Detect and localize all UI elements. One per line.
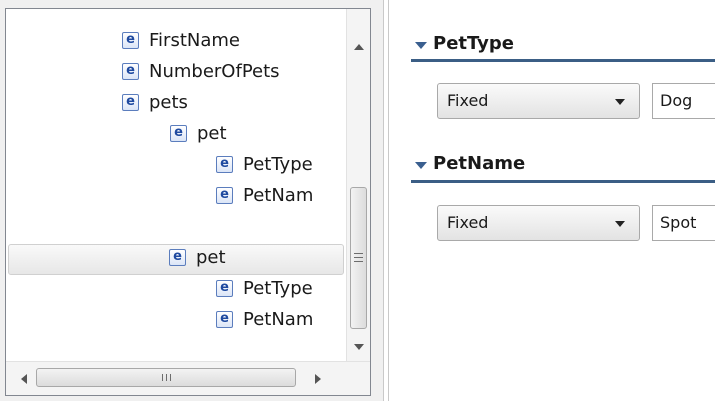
horizontal-scroll-thumb[interactable] bbox=[36, 368, 296, 387]
tree-node-pets[interactable]: e pets bbox=[8, 89, 344, 120]
scroll-left-arrow-icon[interactable] bbox=[21, 374, 27, 384]
grip-line bbox=[170, 374, 171, 381]
tree-node-pet[interactable]: e pet bbox=[8, 120, 344, 151]
grip-line bbox=[354, 253, 363, 254]
tree-node-label: pets bbox=[149, 92, 188, 113]
field-value: Dog bbox=[660, 91, 693, 110]
element-icon: e bbox=[216, 187, 233, 204]
grip-line bbox=[354, 257, 363, 258]
vertical-scrollbar[interactable] bbox=[346, 9, 370, 361]
tree-node-label: NumberOfPets bbox=[149, 61, 280, 82]
chevron-down-icon bbox=[615, 221, 625, 227]
collapse-triangle-icon[interactable] bbox=[415, 162, 427, 169]
section-header-petname[interactable]: PetName bbox=[411, 150, 715, 180]
tree-node-label: PetType bbox=[243, 154, 313, 175]
grip-line bbox=[354, 261, 363, 262]
collapse-triangle-icon[interactable] bbox=[415, 42, 427, 49]
dropdown-value: Fixed bbox=[447, 213, 489, 232]
element-icon: e bbox=[216, 280, 233, 297]
grip-line bbox=[166, 374, 167, 381]
element-icon: e bbox=[122, 63, 139, 80]
tree-node-label: PetNam bbox=[243, 309, 314, 330]
element-icon: e bbox=[122, 32, 139, 49]
petname-mode-dropdown[interactable]: Fixed bbox=[437, 205, 640, 241]
scroll-down-arrow-icon[interactable] bbox=[354, 344, 364, 350]
dropdown-value: Fixed bbox=[447, 91, 489, 110]
section-title: PetType bbox=[433, 33, 514, 54]
vertical-scroll-thumb[interactable] bbox=[350, 187, 367, 329]
tree-viewport: e FirstName e NumberOfPets e pets e pet … bbox=[6, 9, 346, 361]
horizontal-scrollbar[interactable] bbox=[6, 361, 370, 395]
tree-node-firstname[interactable]: e FirstName bbox=[8, 27, 344, 58]
chevron-down-icon bbox=[615, 99, 625, 105]
tree-node-label: pet bbox=[196, 247, 226, 268]
tree-node-petname[interactable]: e PetNam bbox=[8, 182, 344, 213]
tree-node-pettype[interactable]: e PetType bbox=[8, 275, 344, 306]
element-icon: e bbox=[216, 311, 233, 328]
section-title: PetName bbox=[433, 153, 526, 174]
section-divider bbox=[411, 180, 715, 183]
details-pane: PetType Fixed Dog PetName Fixed Spot bbox=[389, 0, 715, 401]
element-icon: e bbox=[169, 249, 186, 266]
tree-node-petname[interactable]: e PetNam bbox=[8, 306, 344, 337]
pettype-value-field[interactable]: Dog bbox=[652, 83, 715, 119]
grip-line bbox=[162, 374, 163, 381]
tree-node-label: PetNam bbox=[243, 185, 314, 206]
scroll-up-arrow-icon[interactable] bbox=[354, 44, 364, 50]
element-icon: e bbox=[170, 125, 187, 142]
element-icon: e bbox=[122, 94, 139, 111]
pettype-mode-dropdown[interactable]: Fixed bbox=[437, 83, 640, 119]
section-divider bbox=[411, 59, 715, 62]
tree-node-label: PetType bbox=[243, 278, 313, 299]
tree-node-label: FirstName bbox=[149, 30, 240, 51]
tree-node-pettype[interactable]: e PetType bbox=[8, 151, 344, 182]
petname-value-field[interactable]: Spot bbox=[652, 205, 715, 241]
section-header-pettype[interactable]: PetType bbox=[411, 30, 715, 60]
element-icon: e bbox=[216, 156, 233, 173]
tree-node-label: pet bbox=[197, 123, 227, 144]
scroll-right-arrow-icon[interactable] bbox=[315, 374, 321, 384]
element-tree-pane: e FirstName e NumberOfPets e pets e pet … bbox=[0, 0, 383, 401]
tree-node-numberofpets[interactable]: e NumberOfPets bbox=[8, 58, 344, 89]
field-value: Spot bbox=[660, 213, 697, 232]
element-tree[interactable]: e FirstName e NumberOfPets e pets e pet … bbox=[5, 8, 371, 396]
tree-node-pet-selected[interactable]: e pet bbox=[8, 244, 344, 275]
